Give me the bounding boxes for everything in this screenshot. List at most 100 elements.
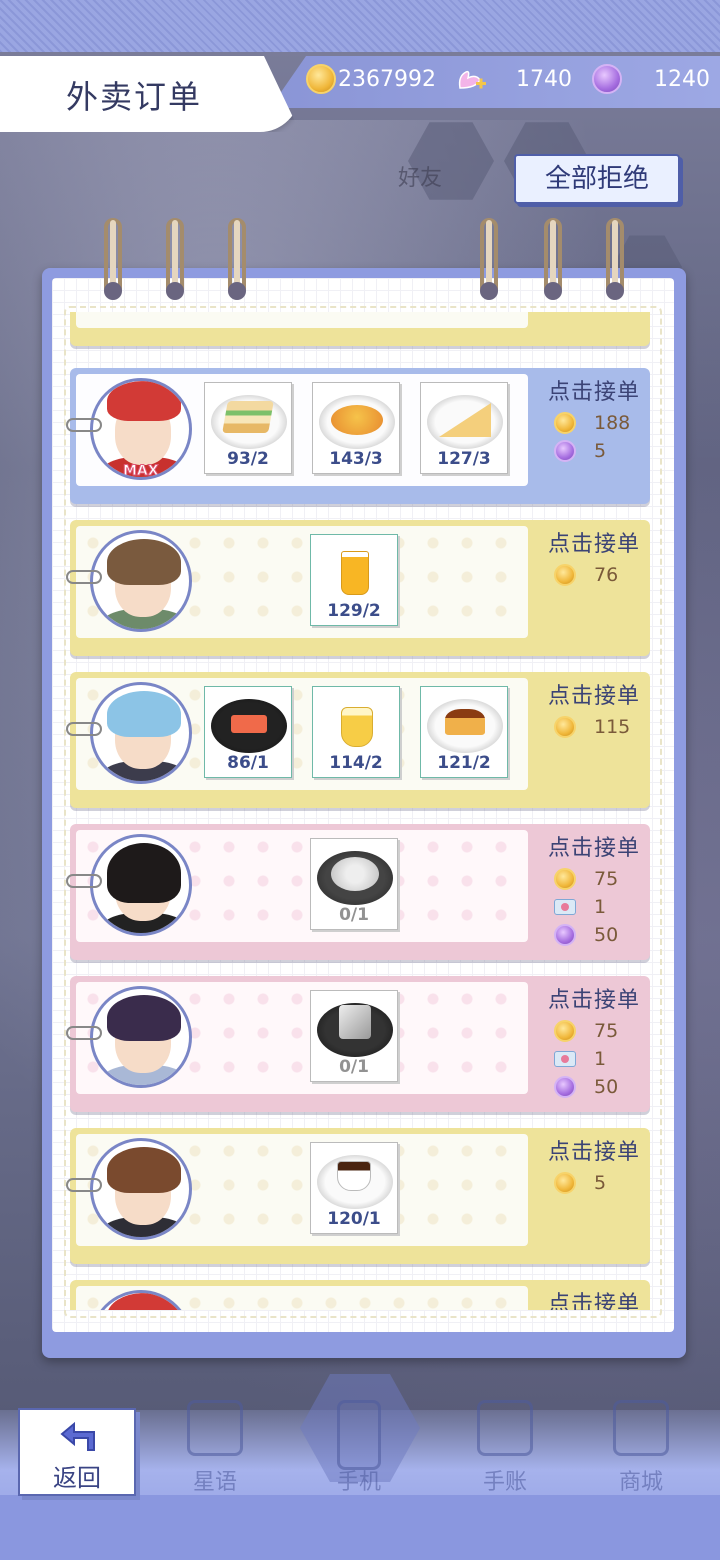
reward-row: 76 (554, 564, 650, 586)
top-strip (0, 0, 720, 52)
reward-value: 115 (594, 716, 631, 738)
customer-avatar (90, 986, 192, 1088)
reward-row: 75 (554, 868, 650, 890)
dish-slot[interactable]: 127/3 (420, 382, 508, 474)
reward-value: 188 (594, 412, 631, 434)
order-card[interactable]: 0/1 点击接单 75 1 50 (66, 824, 650, 960)
order-card-partial-bottom[interactable]: 点击接单 (70, 1280, 650, 1310)
nav-journal-label: 手账 (482, 1470, 527, 1495)
bottom-floor (0, 1495, 720, 1560)
dish-count: 143/3 (329, 449, 383, 469)
order-card[interactable]: 86/1 114/2 121/2 点击接单 115 (66, 672, 650, 808)
flan-icon (445, 709, 485, 735)
gem-icon (554, 924, 576, 946)
reward-row: 50 (554, 1076, 650, 1098)
reward-panel[interactable]: 点击接单 75 1 50 (538, 982, 650, 1098)
swan-counter[interactable]: 1740 (454, 64, 572, 94)
dish-slot[interactable]: 114/2 (312, 686, 400, 778)
reward-value: 75 (594, 868, 619, 890)
reward-row: 5 (554, 440, 650, 462)
binder-ring-icon (544, 218, 562, 300)
accept-order-button[interactable]: 点击接单 (538, 1286, 650, 1310)
dish-count: 120/1 (327, 1209, 381, 1229)
page-title: 外卖订单 (66, 78, 203, 116)
dish-count: 0/1 (339, 1057, 369, 1077)
dish-slot[interactable]: 0/1 (310, 990, 398, 1082)
dish-count: 86/1 (227, 753, 269, 773)
reject-all-button[interactable]: 全部拒绝 (514, 154, 680, 204)
coin-icon (554, 716, 576, 738)
reward-panel[interactable]: 点击接单 76 (538, 526, 650, 586)
rice-plate-icon (331, 857, 379, 891)
binder-ring-icon (606, 218, 624, 300)
paperclip-icon (66, 1178, 102, 1192)
back-button[interactable]: 返回 (18, 1408, 136, 1496)
reward-panel[interactable]: 点击接单 188 5 (538, 374, 650, 462)
reward-row: 115 (554, 716, 650, 738)
coin-counter[interactable]: 2367992 (306, 64, 436, 94)
binder-ring-icon (228, 218, 246, 300)
paperclip-icon (66, 1026, 102, 1040)
dish-slot[interactable]: 121/2 (420, 686, 508, 778)
accept-order-button[interactable]: 点击接单 (538, 830, 650, 862)
binder-ring-icon (104, 218, 122, 300)
coin-icon (554, 868, 576, 890)
nav-shop[interactable]: 商城 (596, 1400, 686, 1500)
pudding-cup-icon (341, 707, 373, 747)
sandwich-icon (222, 401, 274, 433)
customer-avatar (90, 530, 192, 632)
gem-icon (554, 1076, 576, 1098)
order-card[interactable]: MAX 93/2 143/3 127/3 点击接单 188 5 (66, 368, 650, 504)
order-card[interactable]: 120/1 点击接单 5 (66, 1128, 650, 1264)
reward-row: 5 (554, 1172, 650, 1194)
dish-count: 127/3 (437, 449, 491, 469)
dish-slot[interactable]: 120/1 (310, 1142, 398, 1234)
dish-slot[interactable]: 129/2 (310, 534, 398, 626)
card-icon (187, 1400, 243, 1456)
dish-count: 121/2 (437, 753, 491, 773)
nav-journal[interactable]: 手账 (460, 1400, 550, 1500)
customer-avatar (90, 682, 192, 784)
dish-slot[interactable]: 86/1 (204, 686, 292, 778)
nav-phone-label: 手机 (336, 1470, 381, 1495)
reward-value: 50 (594, 924, 619, 946)
reward-panel[interactable]: 点击接单 115 (538, 678, 650, 738)
accept-order-button[interactable]: 点击接单 (538, 1134, 650, 1166)
order-items-panel (76, 312, 528, 328)
dish-slot[interactable]: 0/1 (310, 838, 398, 930)
reward-panel[interactable]: 点击接单 5 (538, 1134, 650, 1194)
reward-value: 50 (594, 1076, 619, 1098)
reward-row: 188 (554, 412, 650, 434)
background-friends-label: 好友 (398, 166, 443, 191)
accept-order-button[interactable]: 点击接单 (538, 678, 650, 710)
binder-ring-icon (166, 218, 184, 300)
order-list[interactable]: MAX 93/2 143/3 127/3 点击接单 188 5 129/2 点击… (66, 312, 660, 1310)
dish-slot[interactable]: 143/3 (312, 382, 400, 474)
accept-order-button[interactable]: 点击接单 (538, 374, 650, 406)
nav-shop-label: 商城 (618, 1470, 663, 1495)
nav-star[interactable]: 星语 (170, 1400, 260, 1500)
reward-row: 1 (554, 896, 650, 918)
order-card[interactable]: 0/1 点击接单 75 1 50 (66, 976, 650, 1112)
reward-value: 5 (594, 440, 607, 462)
paperclip-icon (66, 418, 102, 432)
swan-amount: 1740 (516, 66, 572, 92)
reward-panel[interactable]: 点击接单 75 1 50 (538, 830, 650, 946)
dish-count: 114/2 (329, 753, 383, 773)
order-card-partial-top[interactable] (70, 312, 650, 346)
dish-slot[interactable]: 93/2 (204, 382, 292, 474)
gem-counter[interactable]: 1240 (592, 64, 710, 94)
dish-count: 93/2 (227, 449, 269, 469)
coin-amount: 2367992 (338, 66, 436, 92)
paperclip-icon (66, 570, 102, 584)
accept-order-button[interactable]: 点击接单 (538, 526, 650, 558)
nav-phone[interactable]: 手机 (314, 1400, 404, 1500)
reward-panel[interactable]: 点击接单 (538, 1286, 650, 1310)
order-card[interactable]: 129/2 点击接单 76 (66, 520, 650, 656)
gem-amount: 1240 (654, 66, 710, 92)
reward-value: 75 (594, 1020, 619, 1042)
sushi-icon (231, 715, 267, 733)
accept-order-button[interactable]: 点击接单 (538, 982, 650, 1014)
reward-row: 50 (554, 924, 650, 946)
reward-row: 75 (554, 1020, 650, 1042)
